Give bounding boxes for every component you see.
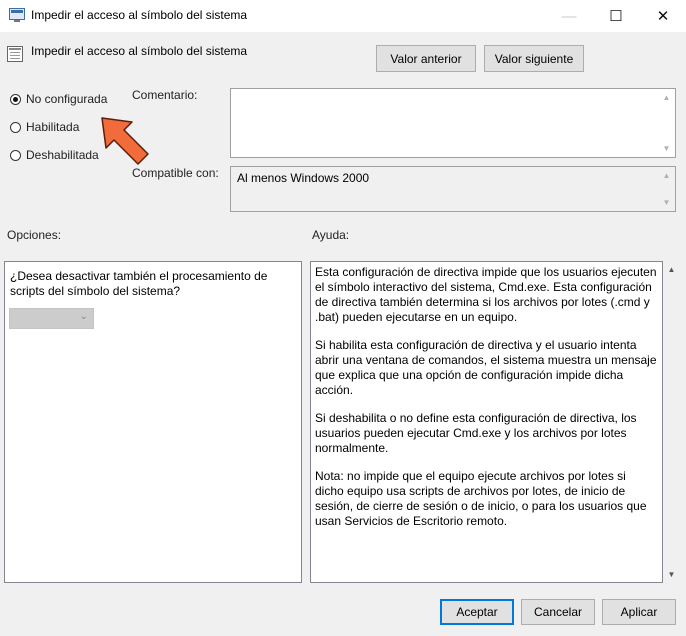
help-paragraph: Nota: no impide que el equipo ejecute ar… xyxy=(315,469,647,528)
scroll-up-icon[interactable]: ▲ xyxy=(668,261,676,278)
compatible-scrollbar[interactable]: ▲ ▼ xyxy=(658,167,675,211)
radio-disabled[interactable]: Deshabilitada xyxy=(10,148,99,162)
policy-setting-icon xyxy=(7,46,23,62)
help-paragraph: Si deshabilita o no define esta configur… xyxy=(315,411,637,455)
previous-setting-button[interactable]: Valor anterior xyxy=(376,45,476,72)
help-panel: Esta configuración de directiva impide q… xyxy=(310,261,663,583)
scroll-down-icon[interactable]: ▼ xyxy=(668,566,676,583)
policy-name: Impedir el acceso al símbolo del sistema xyxy=(31,44,248,58)
orange-arrow-annotation xyxy=(96,112,154,168)
policy-window-icon xyxy=(9,8,25,23)
radio-enabled[interactable]: Habilitada xyxy=(10,120,79,134)
next-setting-button[interactable]: Valor siguiente xyxy=(484,45,584,72)
accept-button[interactable]: Aceptar xyxy=(440,599,514,625)
compatible-label: Compatible con: xyxy=(132,166,219,180)
scripts-dropdown[interactable]: ⌄ xyxy=(9,308,94,329)
scroll-up-icon[interactable]: ▲ xyxy=(663,167,671,184)
help-paragraph: Esta configuración de directiva impide q… xyxy=(315,265,657,324)
apply-button[interactable]: Aplicar xyxy=(602,599,676,625)
comment-textbox[interactable]: ▲ ▼ xyxy=(230,88,676,158)
title-bar: Impedir el acceso al símbolo del sistema… xyxy=(0,0,686,32)
help-text: Esta configuración de directiva impide q… xyxy=(315,265,657,542)
radio-not-configured[interactable]: No configurada xyxy=(10,92,107,106)
compatible-textbox: Al menos Windows 2000 ▲ ▼ xyxy=(230,166,676,212)
window-title: Impedir el acceso al símbolo del sistema xyxy=(31,8,248,22)
options-question: ¿Desea desactivar también el procesamien… xyxy=(10,269,268,298)
radio-indicator xyxy=(10,121,21,133)
close-button[interactable]: ✕ xyxy=(640,0,686,32)
minimize-button[interactable]: — xyxy=(546,0,592,32)
options-header: Opciones: xyxy=(7,228,62,242)
cancel-button[interactable]: Cancelar xyxy=(521,599,595,625)
radio-indicator xyxy=(10,149,21,161)
chevron-down-icon: ⌄ xyxy=(79,311,88,322)
help-header: Ayuda: xyxy=(312,228,350,242)
help-paragraph: Si habilita esta configuración de direct… xyxy=(315,338,657,397)
options-panel: ¿Desea desactivar también el procesamien… xyxy=(4,261,302,583)
comment-scrollbar[interactable]: ▲ ▼ xyxy=(658,89,675,157)
radio-indicator xyxy=(10,93,21,105)
maximize-button[interactable]: ☐ xyxy=(593,0,639,32)
scroll-down-icon[interactable]: ▼ xyxy=(663,194,671,211)
scroll-down-icon[interactable]: ▼ xyxy=(663,140,671,157)
comment-label: Comentario: xyxy=(132,88,198,102)
help-scrollbar[interactable]: ▲ ▼ xyxy=(663,261,680,583)
scroll-up-icon[interactable]: ▲ xyxy=(663,89,671,106)
compatible-value: Al menos Windows 2000 xyxy=(237,171,370,185)
